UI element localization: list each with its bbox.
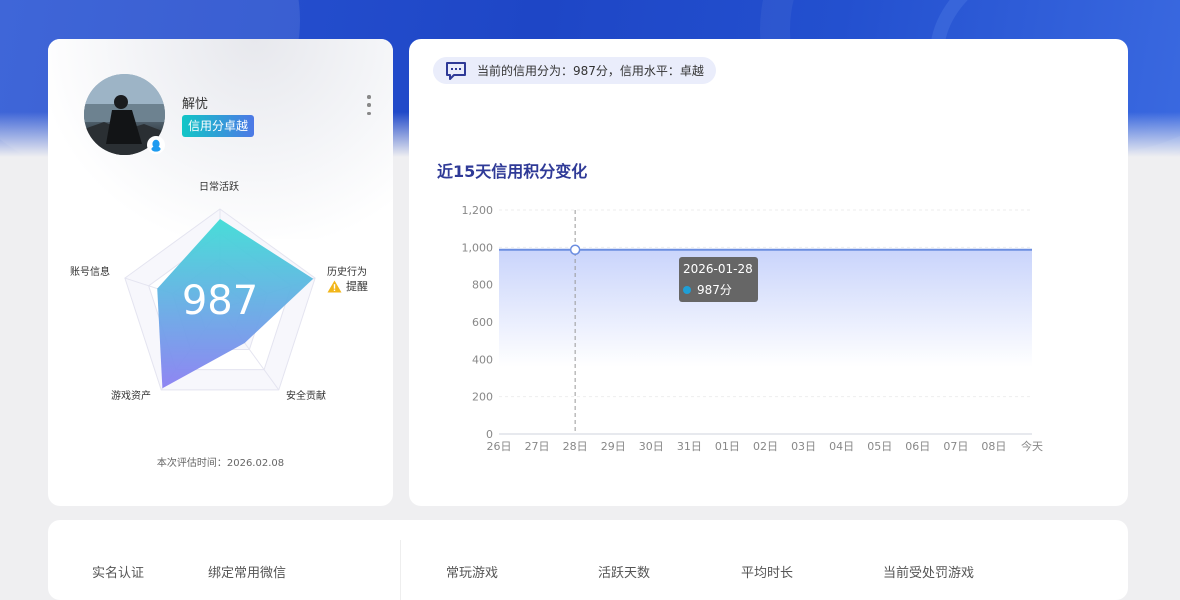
x-tick-label: 06日 <box>905 440 930 453</box>
warning-label: 提醒 <box>346 280 368 293</box>
x-tick-label: 今天 <box>1021 439 1043 453</box>
history-warning[interactable]: 提醒 <box>327 278 368 294</box>
x-tick-label: 29日 <box>601 440 626 453</box>
evaluation-time: 本次评估时间：2026.02.08 <box>156 458 285 469</box>
x-tick-label: 05日 <box>867 440 892 453</box>
tooltip-value: 987分 <box>697 283 732 297</box>
radar-label-account-info: 账号信息 <box>70 267 110 278</box>
penalized-games-label: 当前受处罚游戏 <box>883 566 975 581</box>
y-tick-label: 200 <box>472 391 493 404</box>
credit-trend-card: 当前的信用分为：987分，信用水平：卓越 近15天信用积分变化 0 200 400 6… <box>409 39 1128 506</box>
bind-wechat-label[interactable]: 绑定常用微信 <box>208 562 286 581</box>
x-tick-label: 30日 <box>639 440 664 453</box>
radar-label-game-assets: 游戏资产 <box>111 391 151 402</box>
x-tick-label: 28日 <box>563 440 588 453</box>
more-options-icon[interactable] <box>362 95 376 115</box>
profile-card: 解忧 信用分卓越 987 日常活跃 历史行为 提醒 安全贡献 游戏资产 账号信息… <box>48 39 393 506</box>
warning-icon <box>327 280 342 292</box>
y-tick-label: 600 <box>472 316 493 329</box>
divider <box>400 540 401 600</box>
tooltip-date: 2026-01-28 <box>683 262 753 276</box>
series-dot-icon <box>683 285 691 294</box>
qq-icon <box>147 136 165 154</box>
x-tick-label: 27日 <box>525 440 550 453</box>
stats-card: 实名认证 绑定常用微信 常玩游戏 活跃天数 平均时长 当前受处罚游戏 <box>48 520 1128 600</box>
y-tick-label: 800 <box>472 279 493 292</box>
credit-trend-chart: 02004006008001,0001,200 26日 27日 28日 29日 30日 3… <box>462 204 1044 453</box>
radar-label-security-contribution: 安全贡献 <box>286 391 326 402</box>
chart-tooltip: 2026-01-28 987分 <box>679 257 758 302</box>
credit-score: 987 <box>182 278 258 324</box>
tooltip-row: 987分 <box>683 281 732 298</box>
x-tick-label: 01日 <box>715 440 740 453</box>
credit-level-tag: 信用分卓越 <box>182 115 255 137</box>
x-tick-label: 31日 <box>677 440 702 453</box>
radar-label-daily-active: 日常活跃 <box>199 182 239 193</box>
username: 解忧 <box>182 97 209 112</box>
active-days-label: 活跃天数 <box>598 566 651 581</box>
series-area <box>499 249 1032 367</box>
frequent-games-label: 常玩游戏 <box>446 566 499 581</box>
radar-label-history-behavior: 历史行为 <box>327 267 367 278</box>
x-tick-label: 07日 <box>943 440 968 453</box>
x-tick-label: 08日 <box>981 440 1006 453</box>
y-tick-label: 1,200 <box>462 204 494 217</box>
x-tick-label: 26日 <box>487 440 512 453</box>
x-tick-label: 02日 <box>753 440 778 453</box>
real-name-auth-label[interactable]: 实名认证 <box>92 562 144 581</box>
highlight-point[interactable] <box>569 244 581 256</box>
credit-radar-chart: 987 <box>124 208 316 391</box>
y-tick-label: 400 <box>472 353 493 366</box>
x-tick-label: 04日 <box>829 440 854 453</box>
average-duration-label: 平均时长 <box>741 566 794 581</box>
x-tick-label: 03日 <box>791 440 816 453</box>
y-tick-label: 1,000 <box>462 241 494 254</box>
